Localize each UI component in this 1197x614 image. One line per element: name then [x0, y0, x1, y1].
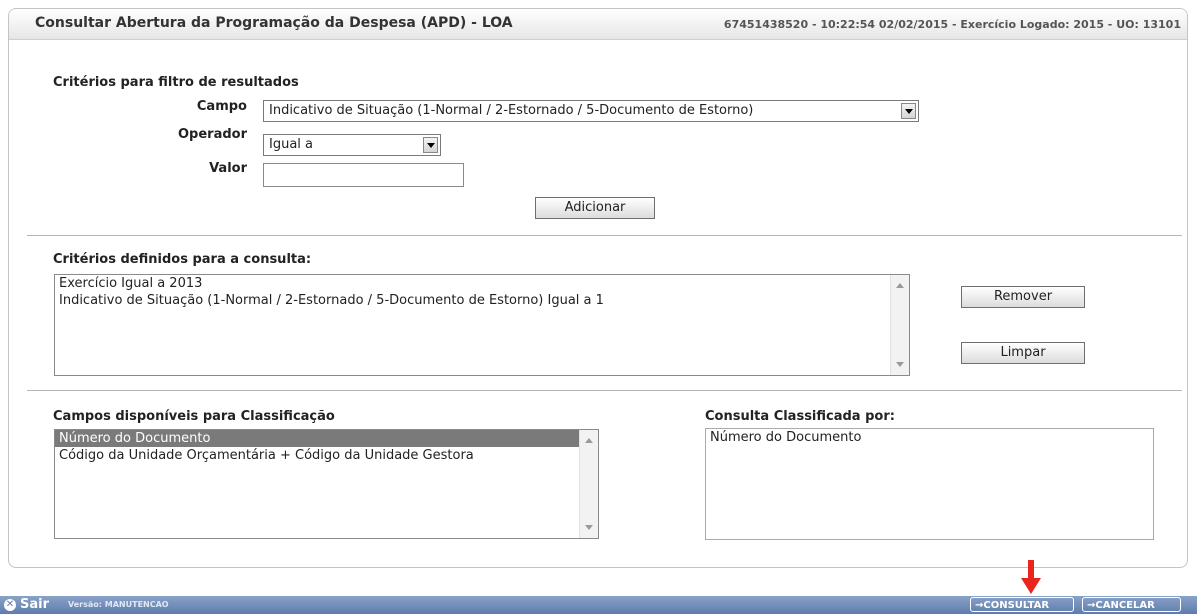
campo-label: Campo [196, 99, 247, 114]
add-button[interactable]: Adicionar [535, 197, 655, 219]
chevron-down-icon[interactable] [901, 103, 916, 119]
scroll-up-icon[interactable] [896, 283, 904, 288]
session-info: 67451438520 - 10:22:54 02/02/2015 - Exer… [723, 18, 1181, 31]
list-item[interactable]: Exercício Igual a 2013 [55, 275, 909, 292]
filter-section-title: Critérios para filtro de resultados [53, 75, 299, 90]
exit-button[interactable]: ✕ Sair [4, 596, 49, 614]
scroll-down-icon[interactable] [896, 362, 904, 367]
divider [27, 390, 1182, 391]
list-item[interactable]: Número do Documento [706, 429, 1153, 446]
criteria-list[interactable]: Exercício Igual a 2013 Indicativo de Sit… [54, 274, 910, 376]
footer-bar: ✕ Sair Versão: MANUTENCAO →CONSULTAR →CAN… [0, 596, 1197, 614]
close-icon[interactable]: ✕ [4, 599, 16, 611]
operador-select-value: Igual a [269, 137, 314, 152]
chevron-down-icon[interactable] [423, 137, 438, 153]
scrollbar[interactable] [579, 430, 598, 538]
valor-input[interactable] [263, 163, 464, 187]
cancel-button[interactable]: →CANCELAR [1082, 597, 1181, 612]
remove-button[interactable]: Remover [961, 286, 1085, 308]
list-item[interactable]: Código da Unidade Orçamentária + Código … [55, 447, 598, 464]
page-title: Consultar Abertura da Programação da Des… [35, 15, 513, 31]
list-item[interactable]: Indicativo de Situação (1-Normal / 2-Est… [55, 292, 909, 309]
scroll-up-icon[interactable] [585, 438, 593, 443]
list-item[interactable]: Número do Documento [55, 430, 598, 447]
criteria-section-title: Critérios definidos para a consulta: [53, 252, 312, 267]
available-fields-list[interactable]: Número do Documento Código da Unidade Or… [54, 429, 599, 539]
operador-label: Operador [177, 127, 247, 142]
sorted-by-title: Consulta Classificada por: [705, 409, 895, 424]
red-arrow-icon [1021, 560, 1041, 594]
scroll-down-icon[interactable] [585, 525, 593, 530]
sorted-by-list[interactable]: Número do Documento [705, 428, 1154, 540]
valor-label: Valor [209, 161, 247, 176]
version-label: Versão: MANUTENCAO [68, 600, 169, 609]
consult-button[interactable]: →CONSULTAR [970, 597, 1074, 612]
exit-label[interactable]: Sair [20, 597, 49, 612]
operador-select[interactable]: Igual a [263, 134, 441, 156]
title-bar: Consultar Abertura da Programação da Des… [9, 9, 1187, 40]
campo-select-value: Indicativo de Situação (1-Normal / 2-Est… [269, 103, 754, 118]
clear-button[interactable]: Limpar [961, 342, 1085, 364]
main-panel: Consultar Abertura da Programação da Des… [8, 8, 1188, 568]
campo-select[interactable]: Indicativo de Situação (1-Normal / 2-Est… [263, 100, 919, 122]
available-fields-title: Campos disponíveis para Classificação [53, 409, 335, 424]
divider [27, 235, 1182, 236]
scrollbar[interactable] [890, 275, 909, 375]
